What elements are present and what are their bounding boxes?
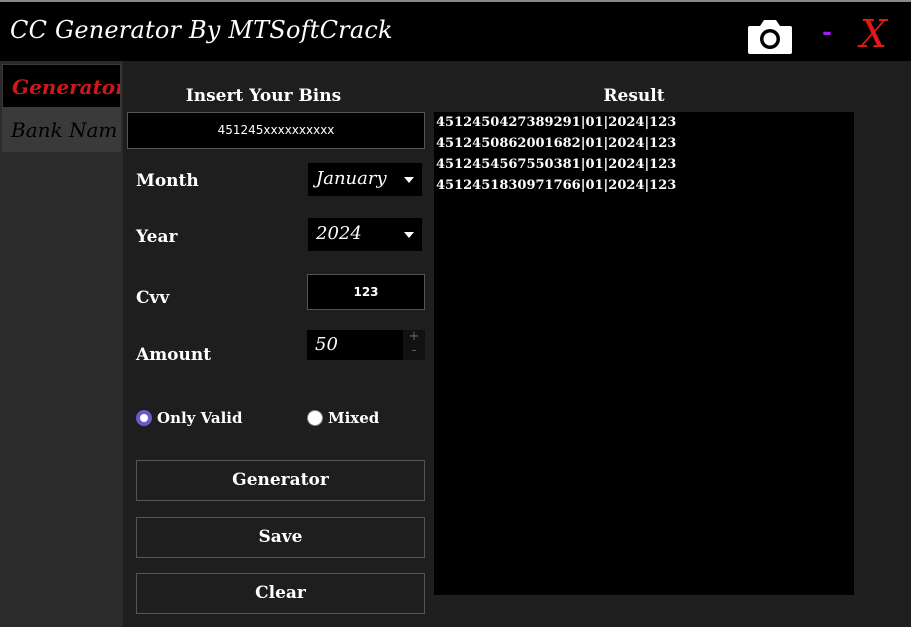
cvv-label: Cvv <box>136 288 170 308</box>
mixed-radio[interactable] <box>307 410 323 426</box>
only-valid-radio[interactable] <box>136 410 152 426</box>
result-line: 4512450862001682|01|2024|123 <box>436 136 677 151</box>
amount-stepper[interactable]: 50 + - <box>307 330 425 360</box>
year-select[interactable]: 2024 <box>308 218 422 251</box>
sidebar: Generator Bank Nam <box>0 61 123 627</box>
camera-icon[interactable] <box>746 16 794 56</box>
cvv-input[interactable]: 123 <box>307 274 425 310</box>
save-button[interactable]: Save <box>136 517 425 558</box>
result-textarea[interactable]: 4512450427389291|01|2024|123 45124508620… <box>434 112 854 595</box>
title-bar: CC Generator By MTSoftCrack - X <box>0 2 911 61</box>
close-button[interactable]: X <box>860 12 894 56</box>
result-line: 4512454567550381|01|2024|123 <box>436 157 677 172</box>
generator-button[interactable]: Generator <box>136 460 425 501</box>
month-label: Month <box>136 171 199 191</box>
result-heading: Result <box>603 86 665 106</box>
app-title: CC Generator By MTSoftCrack <box>10 16 393 44</box>
year-label: Year <box>136 227 178 247</box>
spin-up-button[interactable]: + <box>403 330 425 344</box>
sidebar-item-generator[interactable]: Generator <box>2 64 121 108</box>
month-select[interactable]: January <box>308 163 422 196</box>
minimize-button[interactable]: - <box>822 20 838 44</box>
mixed-label: Mixed <box>328 409 380 427</box>
chevron-down-icon <box>404 177 414 183</box>
sidebar-item-bank-name[interactable]: Bank Nam <box>2 108 121 152</box>
amount-label: Amount <box>136 345 212 365</box>
spin-down-button[interactable]: - <box>403 344 425 358</box>
amount-spin-buttons: + - <box>403 330 425 360</box>
only-valid-label: Only Valid <box>157 409 243 427</box>
clear-button[interactable]: Clear <box>136 573 425 614</box>
month-value: January <box>316 168 387 189</box>
bins-heading: Insert Your Bins <box>185 86 342 106</box>
year-value: 2024 <box>316 223 362 244</box>
result-line: 4512451830971766|01|2024|123 <box>436 178 677 193</box>
result-line: 4512450427389291|01|2024|123 <box>436 115 677 130</box>
bins-input[interactable]: 451245xxxxxxxxxx <box>127 112 425 149</box>
amount-value: 50 <box>315 334 338 355</box>
chevron-down-icon <box>404 232 414 238</box>
